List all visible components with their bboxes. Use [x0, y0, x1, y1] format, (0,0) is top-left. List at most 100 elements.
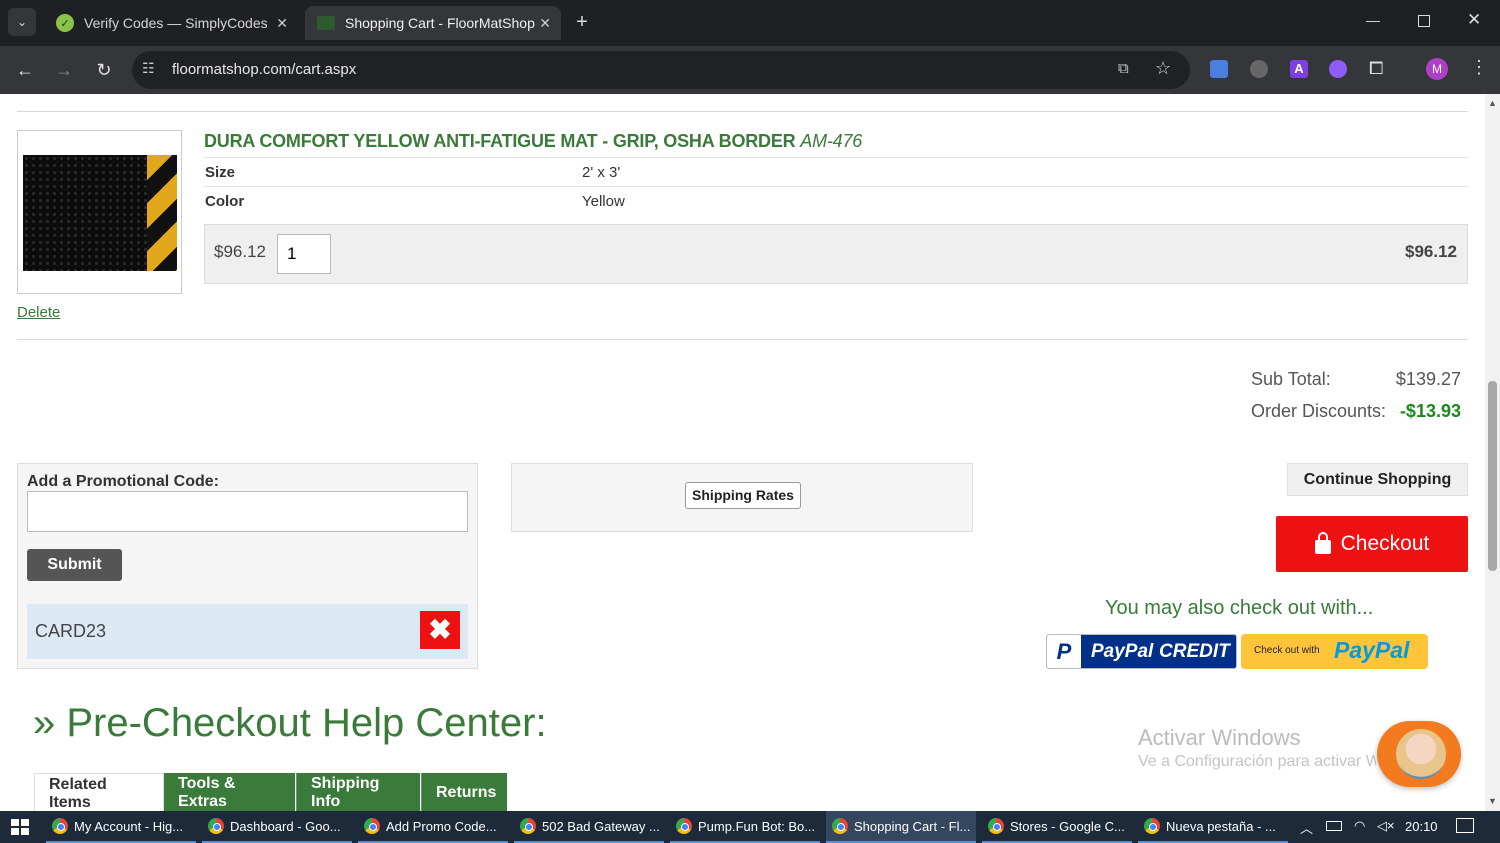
- tray-chevron-icon[interactable]: ︿: [1300, 818, 1313, 837]
- tab-verify-codes[interactable]: ✓ Verify Codes — SimplyCodes ✕: [44, 6, 298, 40]
- page-scrollbar[interactable]: ▲ ▼: [1485, 94, 1500, 811]
- promo-submit-button[interactable]: Submit: [27, 549, 122, 581]
- chevron-down-icon: ⌄: [16, 15, 28, 29]
- scroll-up-icon[interactable]: ▲: [1488, 98, 1497, 108]
- bookmark-star-icon[interactable]: ☆: [1155, 58, 1171, 79]
- help-tab-returns[interactable]: Returns: [421, 773, 507, 813]
- tab-shopping-cart[interactable]: Shopping Cart - FloorMatShop ✕: [305, 6, 561, 40]
- restore-icon[interactable]: [1418, 15, 1430, 27]
- translate-icon[interactable]: ⧉: [1118, 60, 1129, 77]
- promo-code-panel: Add a Promotional Code: Submit CARD23 ✖: [17, 463, 478, 669]
- continue-shopping-button[interactable]: Continue Shopping: [1287, 463, 1468, 496]
- activate-windows-subtitle: Ve a Configuración para activar W: [1138, 753, 1376, 770]
- taskbar-item[interactable]: My Account - Hig...: [46, 811, 196, 843]
- chrome-icon: [52, 818, 68, 834]
- windows-taskbar: My Account - Hig... Dashboard - Goo... A…: [0, 811, 1500, 843]
- chat-widget-avatar[interactable]: [1377, 721, 1461, 787]
- forward-icon[interactable]: →: [52, 58, 76, 82]
- browser-toolbar: ← → ↻ ☷ floormatshop.com/cart.aspx ⧉ ☆ A…: [0, 46, 1500, 94]
- attribute-label: Size: [205, 164, 236, 181]
- minimize-icon[interactable]: —: [1366, 12, 1380, 28]
- subtotal-label: Sub Total:: [1251, 369, 1331, 389]
- windows-start-icon[interactable]: [11, 819, 29, 835]
- chrome-icon: [364, 818, 380, 834]
- quantity-input[interactable]: [277, 234, 331, 274]
- taskbar-item-active[interactable]: Shopping Cart - Fl...: [826, 811, 976, 843]
- battery-icon[interactable]: [1326, 821, 1342, 831]
- subtotal-value: $139.27: [1395, 369, 1461, 389]
- help-tab-related-items[interactable]: Related Items: [34, 773, 164, 813]
- simplycodes-favicon-icon: ✓: [56, 14, 74, 32]
- attribute-value: Yellow: [582, 193, 625, 210]
- taskbar-item[interactable]: Add Promo Code...: [358, 811, 508, 843]
- extensions-puzzle-icon[interactable]: ⧠: [1369, 58, 1383, 79]
- checkout-label: Checkout: [1340, 532, 1430, 555]
- notifications-icon[interactable]: [1456, 818, 1474, 833]
- paypal-checkout-brand: PayPal: [1334, 637, 1410, 663]
- shipping-rates-button[interactable]: Shipping Rates: [685, 482, 801, 509]
- applied-promo-row: CARD23 ✖: [27, 604, 468, 659]
- extension-gray-icon[interactable]: [1250, 60, 1268, 78]
- taskbar-item[interactable]: Stores - Google C...: [982, 811, 1132, 843]
- promo-label: Add a Promotional Code:: [27, 473, 219, 490]
- wifi-icon[interactable]: ◠: [1354, 818, 1365, 834]
- clock[interactable]: 20:10: [1405, 819, 1438, 834]
- product-image[interactable]: [17, 130, 182, 294]
- chrome-icon: [1144, 818, 1160, 834]
- remove-promo-icon[interactable]: ✖: [420, 611, 460, 649]
- help-tab-tools-extras[interactable]: Tools & Extras: [164, 773, 295, 813]
- taskbar-item[interactable]: Nueva pestaña - ...: [1138, 811, 1288, 843]
- taskbar-item[interactable]: Pump.Fun Bot: Bo...: [670, 811, 820, 843]
- new-tab-button[interactable]: +: [570, 10, 594, 34]
- product-title[interactable]: DURA COMFORT YELLOW ANTI-FATIGUE MAT - G…: [204, 131, 862, 152]
- unit-price: $96.12: [214, 242, 266, 261]
- paypal-credit-button[interactable]: P PayPal CREDIT: [1046, 634, 1237, 669]
- paypal-credit-brand: PayPal: [1091, 641, 1154, 662]
- tab-title: Shopping Cart - FloorMatShop: [345, 15, 535, 31]
- profile-avatar[interactable]: M: [1426, 58, 1448, 80]
- yellow-border-stripe: [147, 155, 177, 271]
- extension-a-icon[interactable]: A: [1290, 60, 1308, 78]
- page-content: Delete DURA COMFORT YELLOW ANTI-FATIGUE …: [0, 94, 1485, 811]
- discount-label: Order Discounts:: [1251, 401, 1387, 421]
- google-translate-extension-icon[interactable]: [1210, 60, 1228, 78]
- scroll-down-icon[interactable]: ▼: [1488, 796, 1497, 806]
- tab-list-dropdown[interactable]: ⌄: [8, 8, 36, 36]
- extension-purple-icon[interactable]: [1329, 60, 1347, 78]
- browser-tab-bar: ⌄ ✓ Verify Codes — SimplyCodes ✕ Shoppin…: [0, 0, 1500, 46]
- attribute-label: Color: [205, 193, 245, 210]
- close-tab-icon[interactable]: ✕: [276, 15, 288, 32]
- chrome-icon: [208, 818, 224, 834]
- price-row: $96.12 $96.12: [204, 224, 1468, 284]
- paypal-checkout-button[interactable]: Check out with PayPal: [1241, 634, 1428, 669]
- volume-muted-icon[interactable]: ◁×: [1377, 818, 1395, 834]
- tab-title: Verify Codes — SimplyCodes: [84, 15, 268, 31]
- back-icon[interactable]: ←: [13, 58, 37, 82]
- scrollbar-thumb[interactable]: [1488, 381, 1497, 571]
- paypal-p-icon: P: [1047, 635, 1081, 668]
- help-center-title: » Pre-Checkout Help Center:: [33, 701, 547, 745]
- agent-photo-icon: [1396, 729, 1446, 779]
- product-name: DURA COMFORT YELLOW ANTI-FATIGUE MAT - G…: [204, 131, 796, 151]
- divider: [17, 111, 1468, 112]
- address-bar[interactable]: ☷ floormatshop.com/cart.aspx ⧉ ☆: [132, 51, 1190, 89]
- reload-icon[interactable]: ↻: [92, 58, 116, 82]
- taskbar-item[interactable]: 502 Bad Gateway ...: [514, 811, 664, 843]
- browser-menu-icon[interactable]: ⋮: [1470, 57, 1488, 78]
- mat-image: [23, 155, 177, 271]
- checkout-button[interactable]: Checkout: [1276, 516, 1468, 572]
- attribute-value: 2' x 3': [582, 164, 621, 181]
- delete-link[interactable]: Delete: [17, 304, 60, 321]
- taskbar-item[interactable]: Dashboard - Goo...: [202, 811, 352, 843]
- attribute-row-color: Color Yellow: [204, 186, 1468, 214]
- activate-windows-title: Activar Windows: [1138, 725, 1301, 750]
- product-sku: AM-476: [800, 131, 863, 151]
- site-settings-icon[interactable]: ☷: [142, 60, 155, 77]
- close-tab-icon[interactable]: ✕: [539, 15, 551, 32]
- attribute-row-size: Size 2' x 3': [204, 157, 1468, 185]
- close-window-icon[interactable]: ✕: [1467, 10, 1481, 30]
- applied-promo-code: CARD23: [35, 621, 107, 641]
- promo-code-input[interactable]: [27, 491, 468, 532]
- floormatshop-favicon-icon: [317, 16, 335, 30]
- help-tab-shipping-info[interactable]: Shipping Info: [296, 773, 420, 813]
